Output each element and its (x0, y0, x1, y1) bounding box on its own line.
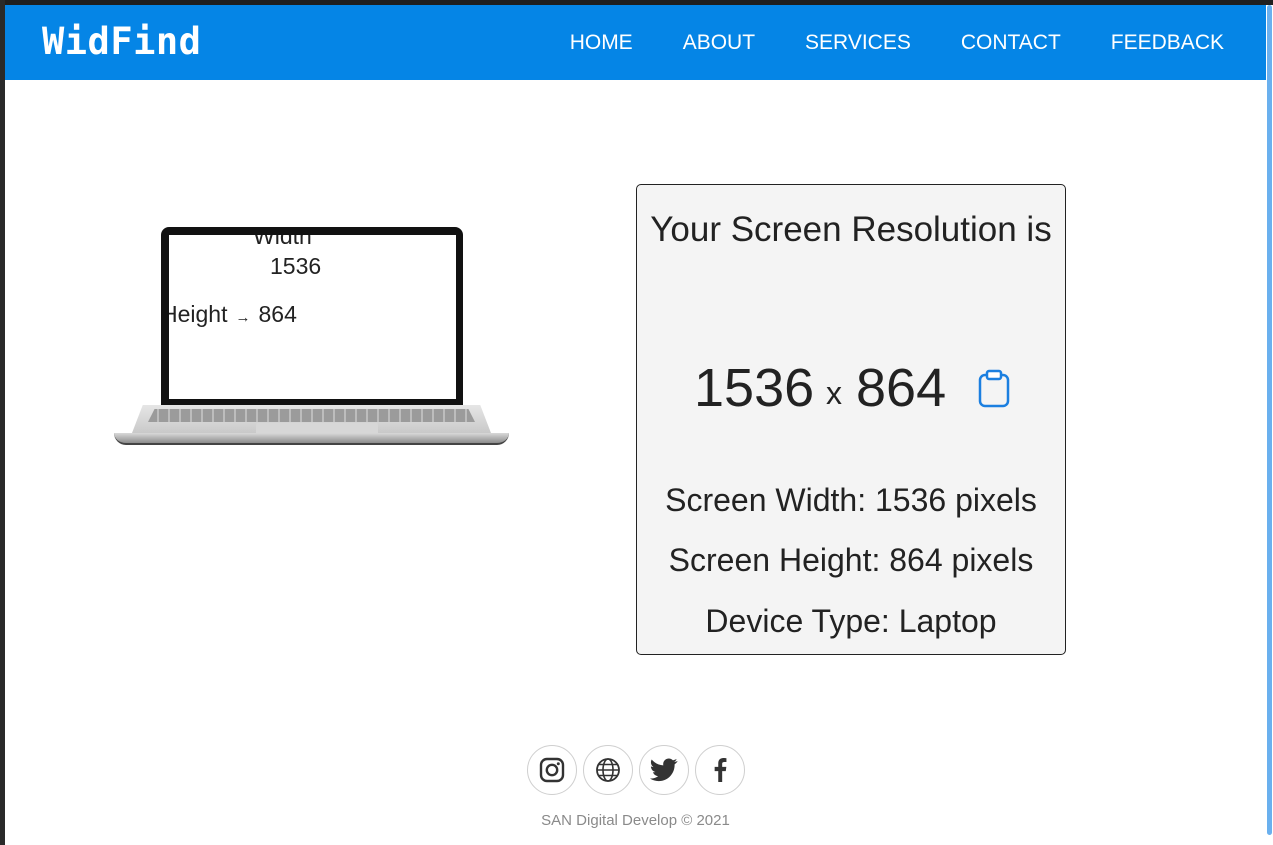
illustration-height-row: Height → 864 (169, 301, 297, 328)
resolution-title: Your Screen Resolution is (650, 210, 1052, 249)
globe-icon[interactable] (583, 745, 633, 795)
browser-viewport: WidFind HOME ABOUT SERVICES CONTACT FEED… (5, 5, 1266, 845)
resolution-card: Your Screen Resolution is 1536 x 864 Scr… (636, 184, 1066, 655)
screen-height-line: Screen Height: 864 pixels (668, 542, 1034, 578)
laptop-base (114, 405, 509, 445)
nav-feedback[interactable]: FEEDBACK (1111, 31, 1224, 55)
copyright-text: SAN Digital Develop © 2021 (541, 812, 730, 829)
clipboard-icon[interactable] (977, 369, 1011, 409)
nav-links: HOME ABOUT SERVICES CONTACT FEEDBACK (570, 5, 1224, 80)
nav-contact[interactable]: CONTACT (961, 31, 1061, 55)
laptop-keyboard (148, 409, 475, 422)
screen-width-line: Screen Width: 1536 pixels (665, 482, 1037, 518)
social-links (527, 745, 745, 795)
laptop-screen: Width 1536 Height → 864 (169, 235, 456, 399)
resolution-value: 1536 x 864 (637, 357, 1067, 421)
resolution-separator: x (826, 375, 842, 411)
nav-services[interactable]: SERVICES (805, 31, 911, 55)
vertical-scrollbar[interactable] (1266, 5, 1273, 845)
laptop-front-edge (114, 433, 509, 445)
instagram-icon[interactable] (527, 745, 577, 795)
illustration-height-value: 864 (258, 301, 297, 327)
illustration-height-label: Height (169, 301, 228, 327)
resolution-height: 864 (856, 358, 947, 418)
laptop-illustration: Width 1536 Height → 864 (114, 227, 509, 449)
scrollbar-thumb[interactable] (1267, 5, 1272, 835)
twitter-icon[interactable] (639, 745, 689, 795)
nav-about[interactable]: ABOUT (683, 31, 755, 55)
device-type-line: Device Type: Laptop (705, 603, 997, 639)
navbar: WidFind HOME ABOUT SERVICES CONTACT FEED… (5, 5, 1266, 80)
resolution-width: 1536 (694, 358, 815, 418)
laptop-lid: Width 1536 Height → 864 (161, 227, 463, 407)
facebook-icon[interactable] (695, 745, 745, 795)
brand-logo[interactable]: WidFind (42, 20, 201, 63)
arrow-right-icon: → (235, 309, 251, 326)
illustration-width-value: 1536 (270, 253, 322, 279)
illustration-width-label: Width (253, 235, 312, 249)
nav-home[interactable]: HOME (570, 31, 633, 55)
